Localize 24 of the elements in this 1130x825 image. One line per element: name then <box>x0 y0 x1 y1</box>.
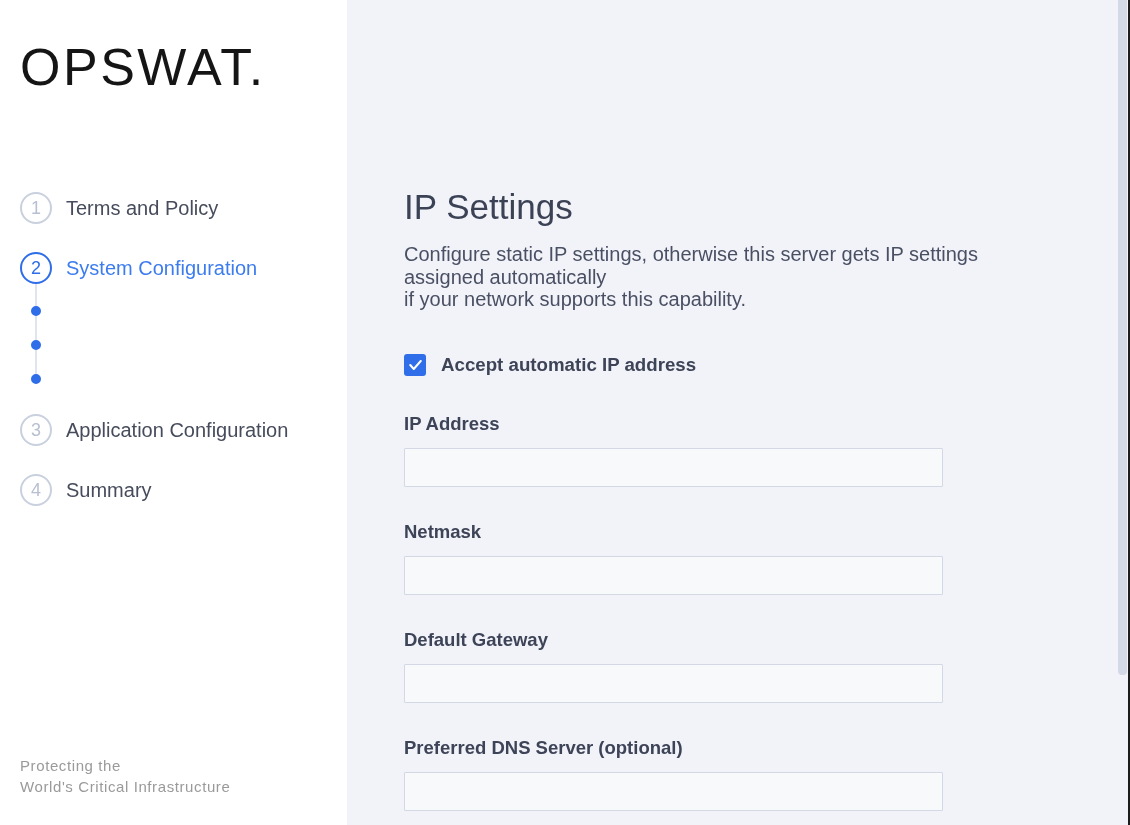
step-number: 2 <box>20 252 52 284</box>
check-icon <box>408 359 422 370</box>
step-label: System Configuration <box>66 256 258 280</box>
step-number: 4 <box>20 474 52 506</box>
checkbox[interactable] <box>404 353 426 376</box>
tagline: Protecting the World's Critical Infrastructure <box>20 756 231 797</box>
input-field[interactable] <box>404 447 943 487</box>
input-field[interactable] <box>404 663 943 703</box>
description: Configure static IP settings, otherwise this server gets IP settings assigned automatically if your network supports this capability. <box>404 243 978 311</box>
input-field[interactable] <box>404 555 943 595</box>
input-field[interactable] <box>404 771 943 811</box>
brand-logo: OPSWAT. <box>20 41 266 93</box>
step-label: Application Configuration <box>66 418 289 442</box>
step-label: Terms and Policy <box>66 196 219 220</box>
field-label: Netmask <box>404 520 482 543</box>
field-label: IP Address <box>404 412 500 435</box>
scrollbar-thumb[interactable] <box>1118 0 1127 675</box>
field-label: Default Gateway <box>404 628 548 651</box>
page-title: IP Settings <box>404 186 573 228</box>
step-number: 1 <box>20 192 52 224</box>
field-label: Preferred DNS Server (optional) <box>404 736 683 759</box>
step-label: Summary <box>66 478 152 502</box>
step-number: 3 <box>20 414 52 446</box>
checkbox-label: Accept automatic IP address <box>441 353 697 376</box>
